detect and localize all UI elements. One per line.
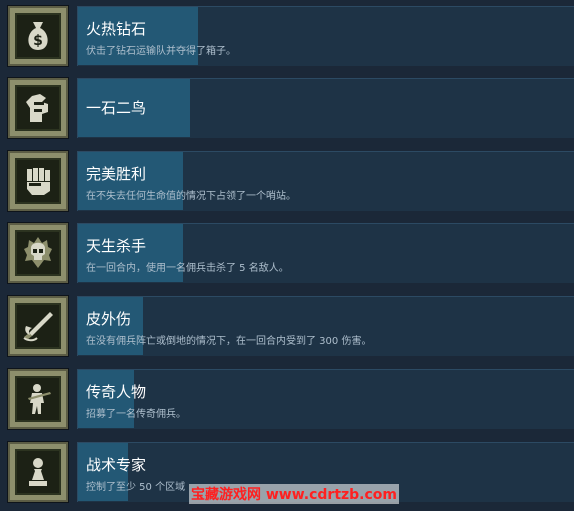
achievement-description: 招募了一名传奇佣兵。 [86,409,186,420]
achievement-panel: 一石二鸟 [77,78,574,138]
achievement-description: 控制了至少 50 个区域 [86,482,186,493]
achievement-title: 传奇人物 [86,383,147,401]
achievement-row[interactable]: 完美胜利 在不失去任何生命值的情况下占领了一个哨站。 [0,148,574,218]
soldier-icon [28,384,51,414]
achievement-title: 皮外伤 [86,310,132,328]
achievement-row[interactable]: 传奇人物 招募了一名传奇佣兵。 [0,366,574,436]
achievement-title: 完美胜利 [86,165,147,183]
achievement-title: 火热钻石 [86,20,147,38]
achievement-title: 天生杀手 [86,237,147,255]
achievement-row[interactable]: 一石二鸟 [0,75,574,145]
achievement-icon-frame [8,296,68,356]
achievement-title: 一石二鸟 [86,99,147,117]
achievement-panel: 完美胜利 在不失去任何生命值的情况下占领了一个哨站。 [77,151,574,211]
achievement-row[interactable]: 皮外伤 在没有佣兵阵亡或倒地的情况下，在一回合内受到了 300 伤害。 [0,293,574,363]
achievement-panel: 火热钻石 伏击了钻石运输队并夺得了箱子。 [77,6,574,66]
achievement-panel: 皮外伤 在没有佣兵阵亡或倒地的情况下，在一回合内受到了 300 伤害。 [77,296,574,356]
achievement-icon-frame [8,78,68,138]
flaming-skull-icon [24,237,52,268]
achievement-panel: 天生杀手 在一回合内，使用一名佣兵击杀了 5 名敌人。 [77,223,574,283]
svg-text:$: $ [33,33,43,49]
watermark-text: 宝藏游戏网 www.cdrtzb.com [189,484,400,504]
bandage-icon [23,312,53,342]
achievement-description: 在一回合内，使用一名佣兵击杀了 5 名敌人。 [86,263,289,274]
achievement-title: 战术专家 [86,456,147,474]
achievement-row[interactable]: $ 火热钻石 伏击了钻石运输队并夺得了箱子。 [0,3,574,73]
achievement-icon-frame [8,151,68,211]
achievement-icon-frame: $ [8,6,68,66]
achievement-icon-frame [8,223,68,283]
achievement-row[interactable]: 天生杀手 在一回合内，使用一名佣兵击杀了 5 名敌人。 [0,220,574,290]
achievement-panel: 传奇人物 招募了一名传奇佣兵。 [77,369,574,429]
money-bag-icon: $ [28,22,48,50]
achievement-icon-frame [8,369,68,429]
achievement-description: 在没有佣兵阵亡或倒地的情况下，在一回合内受到了 300 伤害。 [86,336,372,347]
achievement-icon-frame [8,442,68,502]
fist-icon [27,168,50,195]
two-birds-icon [26,94,48,122]
achievement-description: 伏击了钻石运输队并夺得了箱子。 [86,46,236,57]
chess-pawn-icon [29,458,47,486]
achievement-description: 在不失去任何生命值的情况下占领了一个哨站。 [86,191,296,202]
